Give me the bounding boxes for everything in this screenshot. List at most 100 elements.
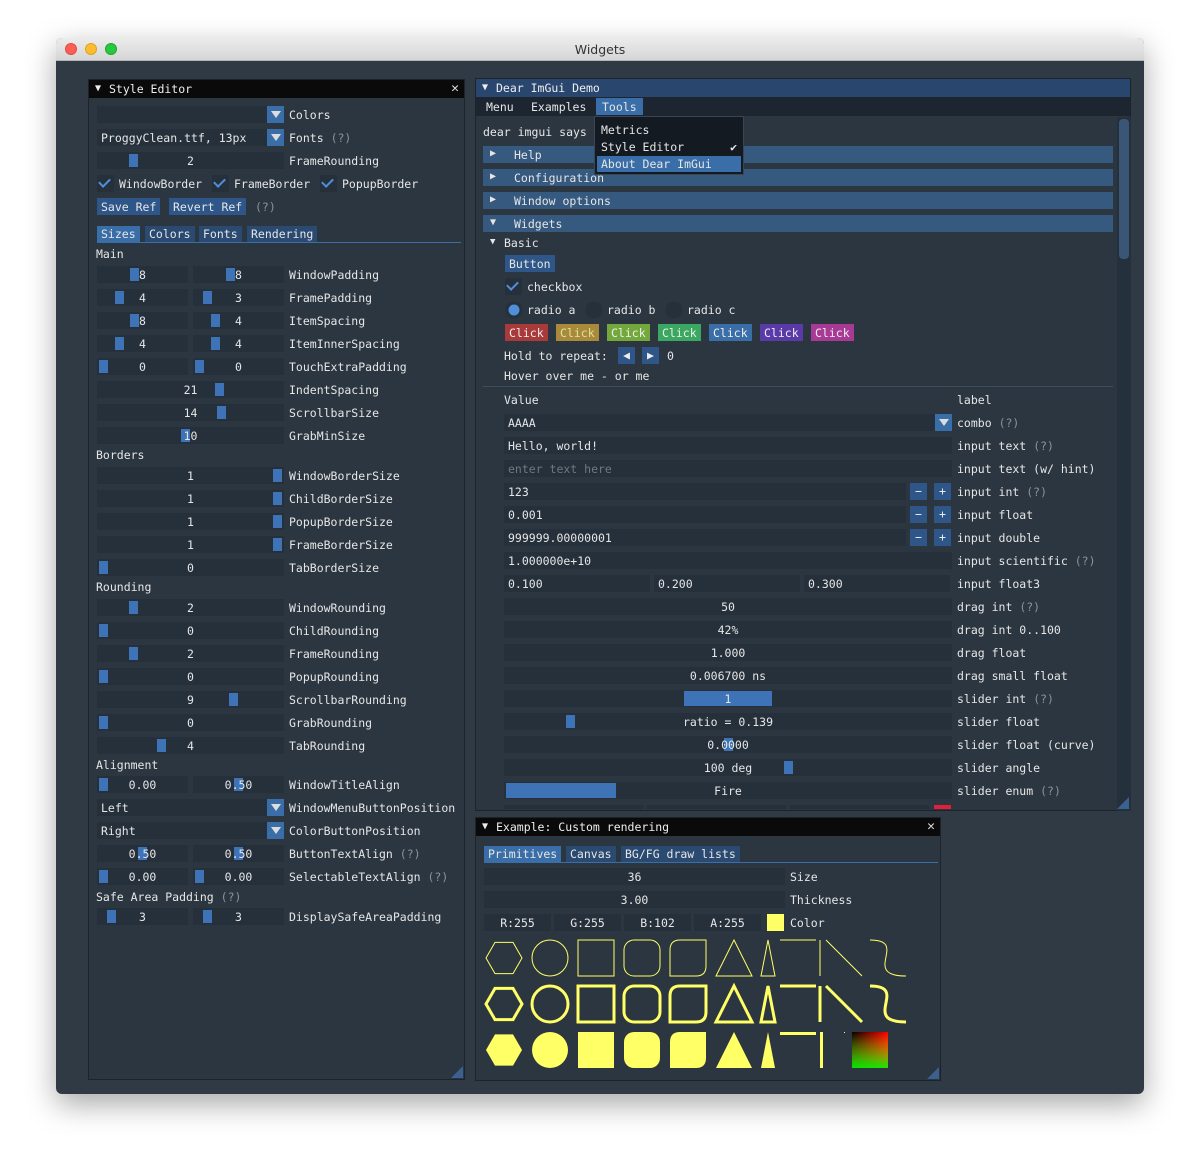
collapse-arrow-icon[interactable]: ▼ xyxy=(482,82,488,93)
color-swatch[interactable] xyxy=(934,805,951,809)
color-button-position-combo[interactable]: Right xyxy=(97,822,284,839)
color-swatch[interactable] xyxy=(767,914,784,931)
slider-float[interactable]: ratio = 0.139 xyxy=(504,713,952,730)
tree-expanded-icon[interactable]: ▼ xyxy=(490,237,495,247)
minus-button[interactable]: − xyxy=(910,483,927,500)
input-int[interactable]: 123 xyxy=(504,483,906,500)
click-button-1[interactable]: Click xyxy=(505,324,548,341)
slider-x[interactable]: 4 xyxy=(97,289,188,306)
resize-grip[interactable] xyxy=(451,1066,463,1078)
slider[interactable]: 1 xyxy=(97,490,284,507)
help-marker[interactable]: (?) xyxy=(1019,600,1040,614)
chevron-down-icon[interactable] xyxy=(267,106,284,123)
menu-item-about[interactable]: About Dear ImGui xyxy=(597,156,741,172)
help-marker[interactable]: (?) xyxy=(428,870,449,884)
fonts-combo[interactable]: ProggyClean.ttf, 13px xyxy=(97,129,284,146)
plus-button[interactable]: + xyxy=(934,529,951,546)
input-float3-3[interactable]: 0.300 xyxy=(804,575,950,592)
help-marker[interactable]: (?) xyxy=(1040,784,1061,798)
repeat-left-arrow-icon[interactable]: ◀ xyxy=(618,347,635,364)
tab-bg-fg-draw-lists[interactable]: BG/FG draw lists xyxy=(621,846,740,862)
color-r-drag[interactable]: R:255 xyxy=(484,914,551,931)
help-marker[interactable]: (?) xyxy=(221,890,242,904)
help-marker[interactable]: (?) xyxy=(1033,692,1054,706)
slider-y[interactable]: 0 xyxy=(193,358,284,375)
header-help[interactable]: ▶ Help xyxy=(483,146,1113,163)
header-configuration[interactable]: ▶ Configuration xyxy=(483,169,1113,186)
help-marker[interactable]: (?) xyxy=(999,416,1020,430)
input-scientific[interactable]: 1.000000e+10 xyxy=(504,552,952,569)
slider[interactable]: 0 xyxy=(97,559,284,576)
radio-a-button[interactable] xyxy=(505,301,523,319)
slider[interactable]: 2 xyxy=(97,645,284,662)
collapse-arrow-icon[interactable]: ▼ xyxy=(482,821,488,832)
frame-rounding-slider[interactable]: 2 xyxy=(97,152,284,169)
click-button-3[interactable]: Click xyxy=(607,324,650,341)
demo-checkbox[interactable] xyxy=(505,278,522,295)
close-icon[interactable]: ✕ xyxy=(927,819,935,834)
slider-y[interactable]: 4 xyxy=(193,335,284,352)
selectable-text-align-x[interactable]: 0.00 xyxy=(97,868,188,885)
chevron-down-icon[interactable] xyxy=(267,822,284,839)
colors-combo[interactable] xyxy=(97,106,284,123)
click-button-4[interactable]: Click xyxy=(658,324,701,341)
chevron-down-icon[interactable] xyxy=(267,129,284,146)
slider-x[interactable]: 8 xyxy=(97,312,188,329)
color-b-drag[interactable]: B:102 xyxy=(624,914,691,931)
slider-y[interactable]: 4 xyxy=(193,312,284,329)
hover-text[interactable]: Hover over me - or me xyxy=(504,369,649,383)
tab-primitives[interactable]: Primitives xyxy=(484,846,562,862)
drag-small-float[interactable]: 0.006700 ns xyxy=(504,667,952,684)
style-editor-titlebar[interactable]: ▼ Style Editor ✕ xyxy=(89,80,464,98)
help-marker[interactable]: (?) xyxy=(400,847,421,861)
help-marker[interactable]: (?) xyxy=(1075,554,1096,568)
slider-y[interactable]: 8 xyxy=(193,266,284,283)
drag-int-percent[interactable]: 42% xyxy=(504,621,952,638)
slider-x[interactable]: 4 xyxy=(97,335,188,352)
frame-border-checkbox[interactable] xyxy=(212,175,229,192)
collapse-arrow-icon[interactable]: ▼ xyxy=(95,83,101,94)
menu-tools[interactable]: Tools xyxy=(596,98,643,115)
slider-x[interactable]: 0 xyxy=(97,358,188,375)
resize-grip[interactable] xyxy=(1117,797,1129,809)
window-menu-button-position-combo[interactable]: Left xyxy=(97,799,284,816)
menu-item-style-editor[interactable]: Style Editor ✔ xyxy=(597,139,741,155)
window-title-align-x[interactable]: 0.00 xyxy=(97,776,188,793)
slider[interactable]: 1 xyxy=(97,467,284,484)
slider[interactable]: 0 xyxy=(97,668,284,685)
color-a-drag[interactable]: A:255 xyxy=(694,914,761,931)
scrollbar-thumb[interactable] xyxy=(1119,119,1129,259)
popup-border-checkbox[interactable] xyxy=(320,175,337,192)
scrollbar[interactable] xyxy=(1117,117,1131,811)
basic-tree-node[interactable]: Basic xyxy=(504,236,539,250)
slider[interactable]: 9 xyxy=(97,691,284,708)
help-marker[interactable]: (?) xyxy=(1026,485,1047,499)
input-text-hint[interactable]: enter text here xyxy=(504,460,952,477)
drag-float[interactable]: 1.000 xyxy=(504,644,952,661)
input-color-channel[interactable] xyxy=(647,805,786,809)
menu-item-metrics[interactable]: Metrics xyxy=(597,122,741,138)
slider[interactable]: 10 xyxy=(97,427,284,444)
revert-ref-button[interactable]: Revert Ref xyxy=(169,198,247,215)
thickness-slider[interactable]: 3.00 xyxy=(484,891,785,908)
tab-canvas[interactable]: Canvas xyxy=(566,846,616,862)
tab-rendering[interactable]: Rendering xyxy=(247,226,318,242)
selectable-text-align-y[interactable]: 0.00 xyxy=(193,868,284,885)
chevron-down-icon[interactable] xyxy=(935,414,952,431)
window-title-align-y[interactable]: 0.50 xyxy=(193,776,284,793)
slider[interactable]: 1 xyxy=(97,513,284,530)
slider[interactable]: 1 xyxy=(97,536,284,553)
size-slider[interactable]: 36 xyxy=(484,868,785,885)
minus-button[interactable]: − xyxy=(910,529,927,546)
slider[interactable]: 4 xyxy=(97,737,284,754)
click-button-5[interactable]: Click xyxy=(709,324,752,341)
help-marker[interactable]: (?) xyxy=(255,200,276,214)
click-button-2[interactable]: Click xyxy=(556,324,599,341)
chevron-down-icon[interactable] xyxy=(267,799,284,816)
slider-int[interactable]: 1 xyxy=(504,690,952,707)
slider[interactable]: 0 xyxy=(97,622,284,639)
header-widgets[interactable]: ▼ Widgets xyxy=(483,215,1113,232)
help-marker[interactable]: (?) xyxy=(331,131,352,145)
slider-y[interactable]: 3 xyxy=(193,289,284,306)
display-safe-area-x[interactable]: 3 xyxy=(97,908,188,925)
